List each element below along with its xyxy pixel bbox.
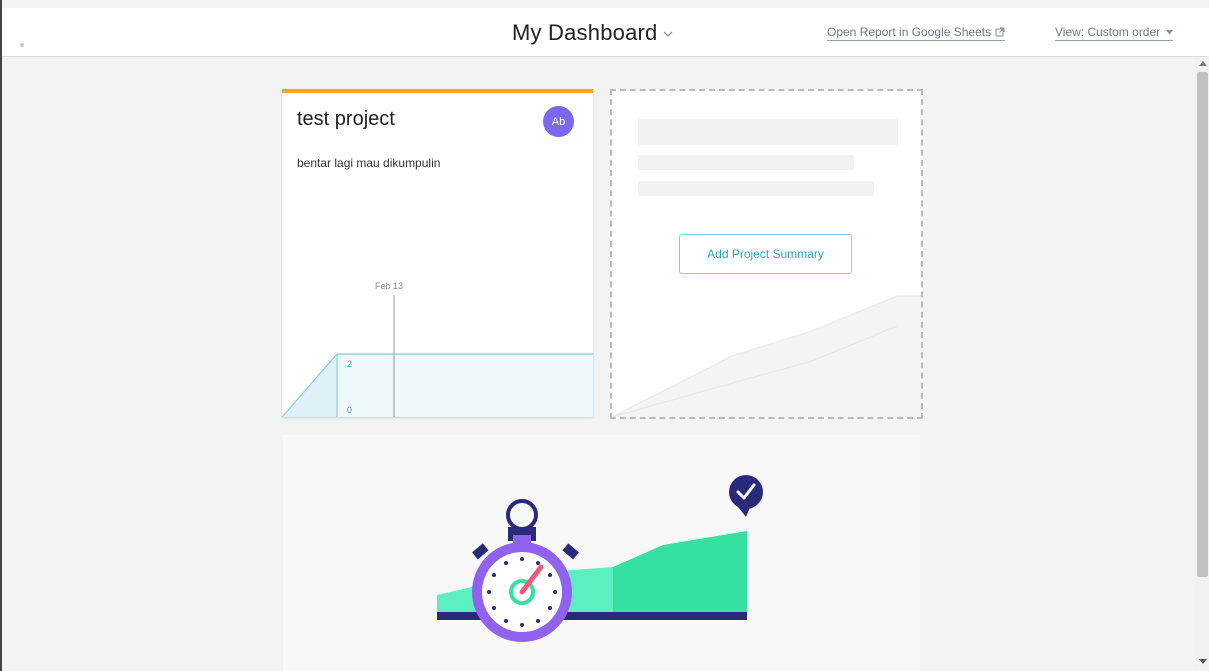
skeleton-line — [638, 119, 898, 145]
project-card[interactable]: test project Ab bentar lagi mau dikumpul… — [282, 89, 593, 417]
stopwatch-progress-illustration — [437, 475, 763, 642]
project-description: bentar lagi mau dikumpulin — [297, 156, 441, 170]
placeholder-graph — [612, 295, 921, 417]
check-badge-icon — [729, 475, 763, 517]
view-select-label: View: Custom order — [1055, 25, 1161, 39]
external-link-icon — [995, 27, 1005, 37]
project-summary-placeholder: Add Project Summary — [610, 89, 923, 419]
open-report-google-sheets-link[interactable]: Open Report in Google Sheets — [827, 25, 1006, 41]
project-color-bar — [282, 89, 593, 93]
skeleton-line — [638, 155, 854, 170]
date-label: Feb 13 — [375, 281, 403, 291]
page-title: My Dashboard — [512, 20, 658, 45]
caret-down-icon — [1166, 29, 1174, 34]
scroll-down-arrow-icon[interactable] — [1199, 659, 1207, 665]
add-project-summary-button[interactable]: Add Project Summary — [679, 234, 852, 274]
scroll-up-arrow-icon[interactable] — [1199, 61, 1207, 67]
burnup-chart: Feb 13 2 0 — [282, 281, 593, 417]
y-tick-bottom: 0 — [347, 405, 352, 415]
view-order-select[interactable]: View: Custom order — [1055, 25, 1174, 41]
chevron-down-icon — [664, 31, 673, 37]
stopwatch-icon — [472, 499, 579, 642]
window-edge — [0, 0, 2, 671]
owner-avatar[interactable]: Ab — [543, 106, 574, 137]
scrollbar-thumb[interactable] — [1197, 72, 1208, 577]
top-bar: My Dashboard Open Report in Google Sheet… — [2, 8, 1209, 57]
illustration-card — [283, 435, 920, 671]
report-link-label: Open Report in Google Sheets — [827, 25, 992, 39]
progress-area-dark — [613, 531, 747, 613]
skeleton-line — [638, 181, 874, 196]
dashboard-title-dropdown[interactable]: My Dashboard — [512, 20, 673, 46]
sidebar-toggle-dot[interactable] — [20, 43, 24, 47]
project-name[interactable]: test project — [297, 108, 395, 131]
y-tick-top: 2 — [347, 359, 352, 369]
